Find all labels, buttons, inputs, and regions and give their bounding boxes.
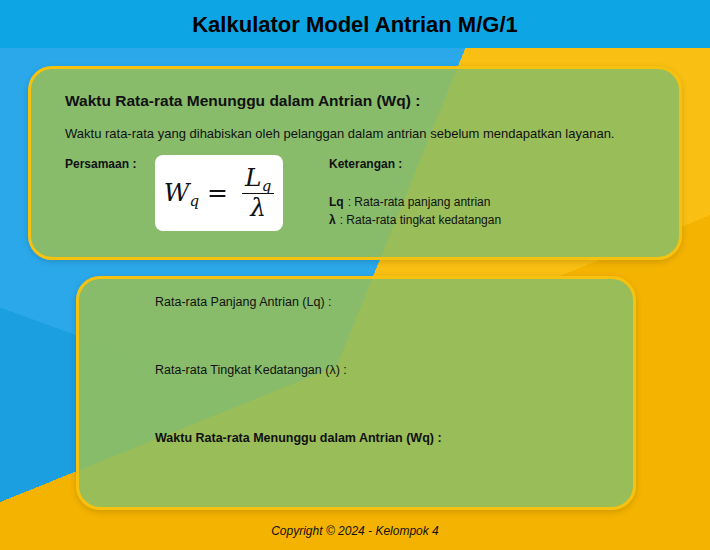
formula-symbol: L	[245, 163, 262, 192]
definition-card: Waktu Rata-rata Menunggu dalam Antrian (…	[28, 66, 682, 260]
note-text: : Rata-rata tingkat kedatangan	[340, 213, 501, 227]
formula-denominator: λ	[250, 194, 266, 221]
main-area: Waktu Rata-rata Menunggu dalam Antrian (…	[0, 48, 710, 510]
definition-title: Waktu Rata-rata Menunggu dalam Antrian (…	[65, 89, 645, 112]
formula-box: Wq=Lqλ	[155, 155, 283, 231]
definition-description: Waktu rata-rata yang dihabiskan oleh pel…	[65, 126, 645, 143]
note-item: Lq : Rata-rata panjang antrian	[329, 193, 501, 211]
formula-symbol: W	[164, 178, 190, 207]
note-item: λ : Rata-rata tingkat kedatangan	[329, 211, 501, 229]
page-title: Kalkulator Model Antrian M/G/1	[192, 8, 518, 41]
formula-fraction: Lqλ	[242, 165, 274, 221]
formula-numerator: Lq	[242, 165, 274, 193]
page-footer: Copyright © 2024 - Kelompok 4	[0, 522, 710, 540]
notes-label: Keterangan :	[329, 155, 501, 173]
calculator-field: Waktu Rata-rata Menunggu dalam Antrian (…	[155, 429, 613, 449]
notes-column: Keterangan : Lq : Rata-rata panjang antria…	[329, 155, 501, 229]
formula-equals: =	[207, 174, 228, 212]
formula-subscript: q	[262, 177, 272, 195]
calculator-field: Rata-rata Panjang Antrian (Lq) :	[155, 293, 613, 313]
equation-row: Persamaan :Wq=LqλKeterangan :Lq: Rata-ra…	[65, 155, 645, 231]
note-symbol: λ	[329, 213, 336, 227]
note-symbol: Lq	[329, 195, 344, 209]
calculator-card: Rata-rata Panjang Antrian (Lq) : Rata-rat…	[76, 276, 636, 510]
formula-lhs: Wq	[164, 174, 199, 212]
calculator-field: Rata-rata Tingkat Kedatangan (λ) :	[155, 361, 613, 381]
page-header: Kalkulator Model Antrian M/G/1	[0, 0, 710, 48]
equation-label: Persamaan :	[65, 155, 155, 173]
formula-subscript: q	[189, 192, 199, 210]
note-text: : Rata-rata panjang antrian	[348, 195, 491, 209]
